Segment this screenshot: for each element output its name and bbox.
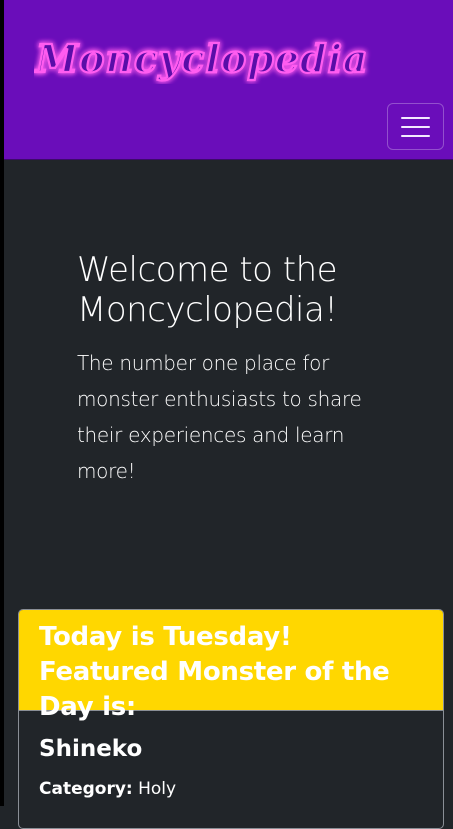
brand-logo[interactable]: Moncyclopedia (34, 28, 374, 84)
hamburger-icon-bar (401, 126, 430, 128)
hamburger-icon (401, 117, 430, 119)
hero-title: Welcome to the Moncyclopedia! (77, 250, 338, 330)
featured-card-body: Shineko Category: Holy (19, 711, 443, 823)
category-value: Holy (138, 779, 177, 799)
category-label: Category: (39, 779, 133, 799)
brand-logo-image: Moncyclopedia (34, 35, 369, 82)
hero: Welcome to the Moncyclopedia! The number… (77, 250, 407, 489)
brand-logo-text: Moncyclopedia (34, 36, 369, 81)
featured-card-header: Today is Tuesday! Featured Monster of th… (19, 610, 443, 722)
featured-monster-card: Today is Tuesday! Featured Monster of th… (18, 609, 444, 829)
navbar-toggle-button[interactable] (387, 103, 444, 150)
featured-header-text: Today is Tuesday! Featured Monster of th… (39, 622, 390, 722)
monster-category: Category: Holy (39, 777, 423, 801)
monster-name: Shineko (39, 736, 143, 762)
hero-subtitle: The number one place for monster enthusi… (77, 351, 362, 483)
navbar: Moncyclopedia (4, 0, 453, 160)
hamburger-icon-bar (401, 135, 430, 137)
